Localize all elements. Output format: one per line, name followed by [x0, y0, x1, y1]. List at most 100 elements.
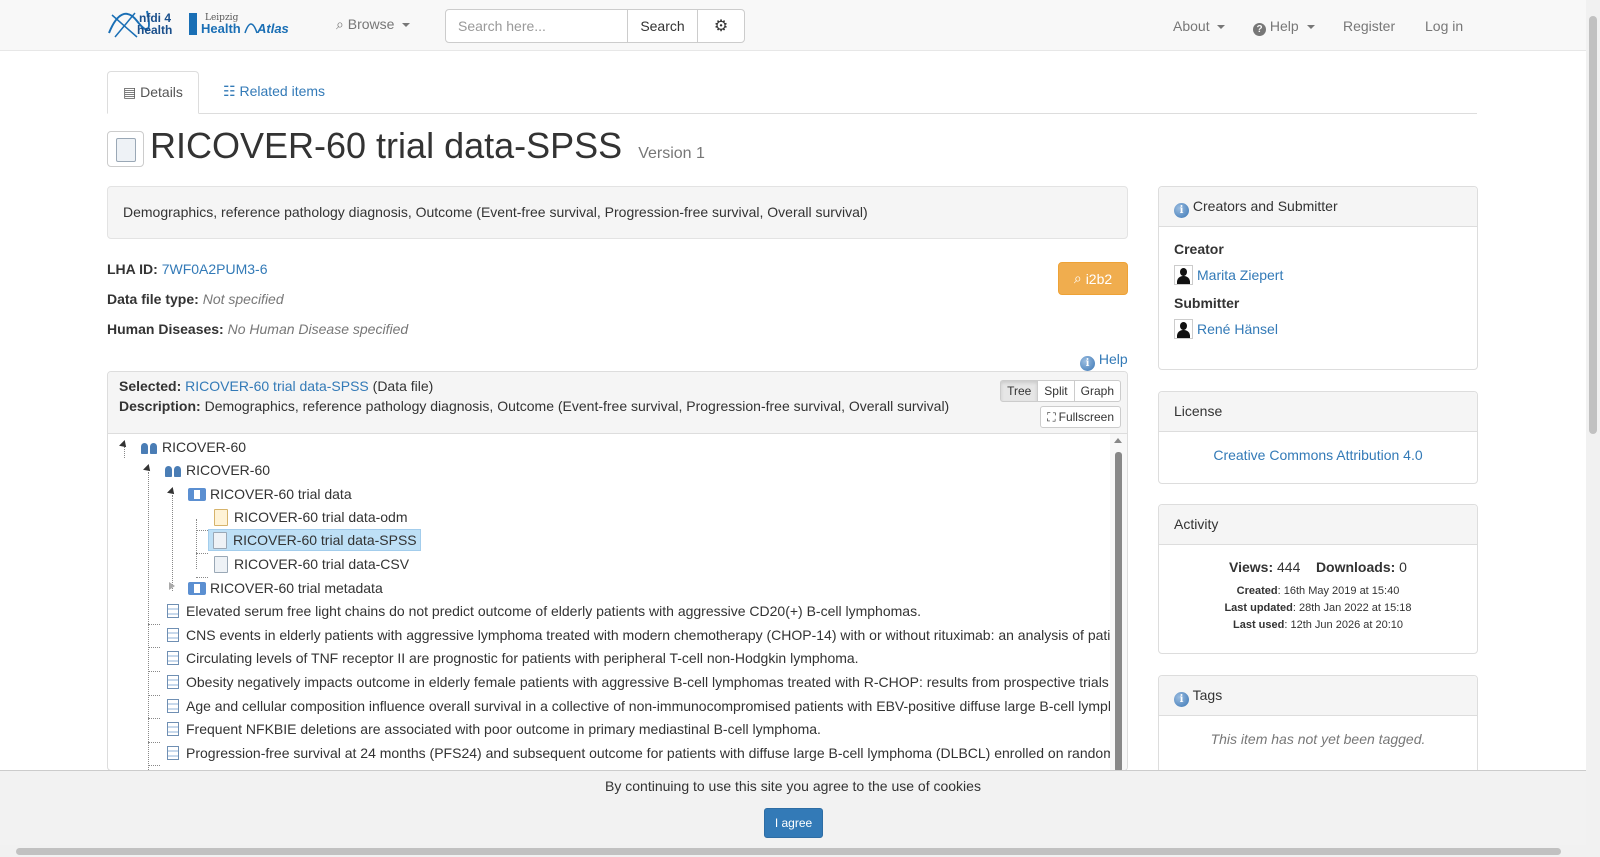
top-navbar: nfdi 4 health Leipzig Health Atlas ⌕ Bro…	[0, 0, 1586, 51]
tree-node-project[interactable]: RICOVER-60	[140, 436, 246, 458]
tree-node-assay[interactable]: RICOVER-60 trial metadata	[188, 577, 383, 599]
tree-node-data-file[interactable]: RICOVER-60 trial data-CSV	[212, 553, 409, 575]
tags-empty-message: This item has not yet been tagged.	[1210, 731, 1426, 747]
view-toggle-group: Tree Split Graph	[1000, 380, 1121, 402]
fullscreen-icon: ⛶	[1047, 409, 1056, 424]
tree-node-publication[interactable]: Frequent NFKBIE deletions are associated…	[164, 718, 821, 740]
submitter-link[interactable]: René Hänsel	[1197, 321, 1278, 337]
data-file-icon	[214, 555, 228, 573]
tree-node-label: Elevated serum free light chains do not …	[186, 603, 921, 619]
about-menu[interactable]: About	[1173, 18, 1226, 34]
tree-view-button[interactable]: Tree	[1000, 380, 1039, 402]
tree-connector	[148, 671, 160, 672]
help-menu[interactable]: ? Help	[1253, 18, 1315, 36]
cookie-consent-bar: By continuing to use this site you agree…	[0, 770, 1586, 845]
tree-panel-header: Selected: RICOVER-60 trial data-SPSS (Da…	[108, 372, 1127, 434]
creator-link[interactable]: Marita Ziepert	[1197, 267, 1283, 283]
creators-panel-title: Creators and Submitter	[1192, 198, 1338, 214]
tree-node-data-file[interactable]: RICOVER-60 trial data-odm	[212, 506, 408, 528]
page-horizontal-scrollbar[interactable]	[0, 845, 1586, 857]
tree-node-assay[interactable]: RICOVER-60 trial data	[188, 483, 352, 505]
tree-connector	[148, 647, 160, 648]
tree-connector	[148, 718, 160, 719]
expanded-toggle-icon[interactable]	[167, 487, 177, 497]
tree-node-label: RICOVER-60 trial data-CSV	[234, 556, 410, 572]
tree-node-study[interactable]: RICOVER-60	[164, 459, 270, 481]
item-tabs: ▤ Details ☷ Related items	[107, 71, 1477, 114]
human-diseases-value: No Human Disease specified	[227, 321, 409, 337]
tree-node-publication[interactable]: Elevated serum free light chains do not …	[164, 600, 921, 622]
data-file-type-label: Data file type:	[107, 291, 199, 307]
browse-label: Browse	[347, 16, 395, 32]
study-icon	[164, 463, 182, 477]
publication-icon	[167, 651, 179, 665]
search-button[interactable]: Search	[627, 9, 698, 43]
tree-node-label: Frequent NFKBIE deletions are associated…	[186, 721, 821, 737]
help-link[interactable]: i Help	[1080, 351, 1128, 371]
data-file-avatar-icon	[107, 131, 144, 167]
tree-node-publication[interactable]: Circulating levels of TNF receptor II ar…	[164, 647, 859, 669]
avatar	[1174, 319, 1193, 339]
last-used-date: Last used: 12th Jun 2026 at 20:10	[1174, 617, 1462, 634]
list-alt-icon: ▤	[123, 84, 137, 100]
search-input[interactable]	[445, 9, 628, 43]
tab-details[interactable]: ▤ Details	[107, 71, 199, 114]
downloads-count: 0	[1399, 559, 1407, 575]
activity-counts: Views: 444 Downloads: 0	[1174, 559, 1462, 575]
assay-icon	[188, 487, 206, 501]
info-icon[interactable]: i	[1174, 203, 1189, 218]
publication-icon	[167, 604, 179, 618]
page-vertical-scrollbar[interactable]	[1586, 0, 1600, 857]
info-icon: i	[1080, 356, 1095, 371]
activity-panel-body: Views: 444 Downloads: 0 Created: 16th Ma…	[1159, 545, 1477, 646]
cookie-agree-button[interactable]: I agree	[764, 808, 823, 838]
question-circle-icon: ?	[1253, 23, 1266, 36]
lha-id-row: LHA ID: 7WF0A2PUM3-6	[107, 261, 268, 277]
tree-connector	[196, 519, 197, 569]
tags-panel-title: Tags	[1192, 687, 1223, 703]
expanded-toggle-icon[interactable]	[143, 464, 153, 474]
site-logo[interactable]: nfdi 4 health Leipzig Health Atlas	[107, 3, 307, 43]
tree-connector	[172, 495, 173, 591]
collapsed-toggle-icon[interactable]	[169, 582, 175, 590]
i2b2-button[interactable]: ⌕ i2b2	[1058, 262, 1128, 295]
tree-scroll-thumb[interactable]	[1115, 452, 1122, 770]
scroll-up-arrow-icon[interactable]	[1114, 438, 1122, 443]
graph-view-button[interactable]: Graph	[1073, 380, 1121, 402]
expanded-toggle-icon[interactable]	[119, 440, 129, 450]
creators-panel: i Creators and Submitter Creator Marita …	[1158, 186, 1478, 370]
tree-node-publication[interactable]: Progression-free survival at 24 months (…	[164, 742, 1112, 764]
human-diseases-row: Human Diseases: No Human Disease specifi…	[107, 321, 408, 337]
selected-info: Selected: RICOVER-60 trial data-SPSS (Da…	[119, 378, 433, 394]
split-view-button[interactable]: Split	[1037, 380, 1075, 402]
th-list-icon: ☷	[223, 83, 236, 99]
tree-node-data-file-selected[interactable]: RICOVER-60 trial data-SPSS	[208, 529, 421, 551]
tree-node-publication[interactable]: CNS events in elderly patients with aggr…	[164, 624, 1112, 646]
register-link[interactable]: Register	[1343, 18, 1395, 34]
tree-scrollbar[interactable]	[1110, 434, 1127, 770]
tags-panel: i Tags This item has not yet been tagged…	[1158, 675, 1478, 785]
selected-description: Description: Demographics, reference pat…	[119, 398, 949, 414]
avatar	[1174, 265, 1193, 285]
tree-view: RICOVER-60 RICOVER-60 RICOVER-60 trial d…	[108, 434, 1112, 770]
tree-node-publication[interactable]: Obesity negatively impacts outcome in el…	[164, 671, 1112, 693]
tree-node-label: RICOVER-60 trial data-SPSS	[233, 532, 417, 548]
info-icon[interactable]: i	[1174, 692, 1189, 707]
page-scroll-thumb[interactable]	[1589, 16, 1597, 434]
publication-icon	[167, 699, 179, 713]
lha-id-link[interactable]: 7WF0A2PUM3-6	[162, 261, 268, 277]
search-settings-button[interactable]: ⚙	[697, 9, 745, 43]
login-link[interactable]: Log in	[1425, 18, 1463, 34]
page-hscroll-thumb[interactable]	[16, 848, 1561, 855]
tags-panel-header: i Tags	[1159, 676, 1477, 716]
browse-menu[interactable]: ⌕ Browse	[336, 16, 411, 33]
tab-related-items[interactable]: ☷ Related items	[208, 71, 340, 114]
tree-connector	[148, 742, 160, 743]
i2b2-label: i2b2	[1085, 270, 1113, 287]
tree-node-publication[interactable]: Age and cellular composition influence o…	[164, 695, 1112, 717]
license-link[interactable]: Creative Commons Attribution 4.0	[1213, 447, 1422, 463]
selected-item-link[interactable]: RICOVER-60 trial data-SPSS	[185, 378, 369, 394]
updated-date: Last updated: 28th Jan 2022 at 15:18	[1174, 600, 1462, 617]
fullscreen-button[interactable]: ⛶ Fullscreen	[1040, 406, 1121, 428]
svg-text:Atlas: Atlas	[256, 21, 289, 36]
